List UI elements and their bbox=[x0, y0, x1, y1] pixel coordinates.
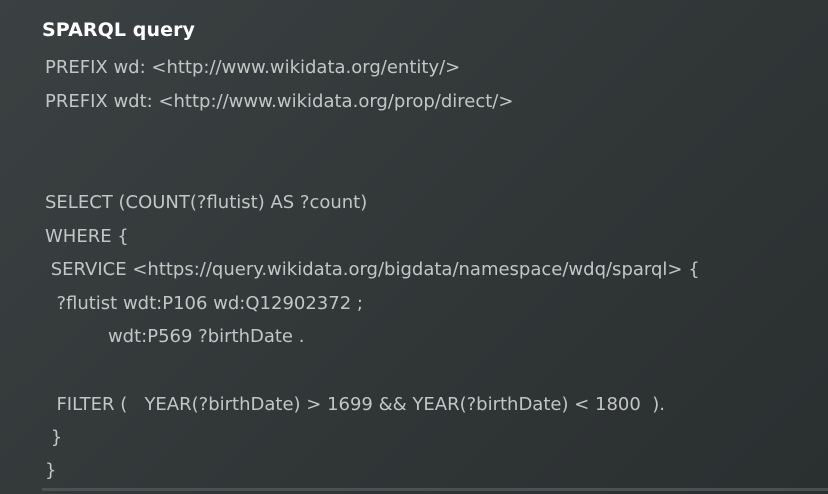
code-line-close-where: } bbox=[45, 460, 57, 481]
bottom-divider bbox=[42, 488, 828, 491]
code-line-triple-occupation: ?flutist wdt:P106 wd:Q12902372 ; bbox=[45, 293, 363, 314]
sparql-query-panel: SPARQL query PREFIX wd: <http://www.wiki… bbox=[0, 0, 828, 494]
code-line-service: SERVICE <https://query.wikidata.org/bigd… bbox=[45, 259, 700, 280]
code-line-close-service: } bbox=[45, 427, 63, 448]
code-line-triple-birthdate: wdt:P569 ?birthDate . bbox=[45, 326, 305, 347]
code-line-select: SELECT (COUNT(?flutist) AS ?count) bbox=[45, 192, 368, 213]
section-title: SPARQL query bbox=[42, 19, 196, 41]
code-line-prefix-wdt: PREFIX wdt: <http://www.wikidata.org/pro… bbox=[45, 91, 514, 112]
code-line-prefix-wd: PREFIX wd: <http://www.wikidata.org/enti… bbox=[45, 57, 461, 78]
code-line-filter: FILTER ( YEAR(?birthDate) > 1699 && YEAR… bbox=[45, 394, 666, 415]
code-line-where: WHERE { bbox=[45, 226, 129, 247]
